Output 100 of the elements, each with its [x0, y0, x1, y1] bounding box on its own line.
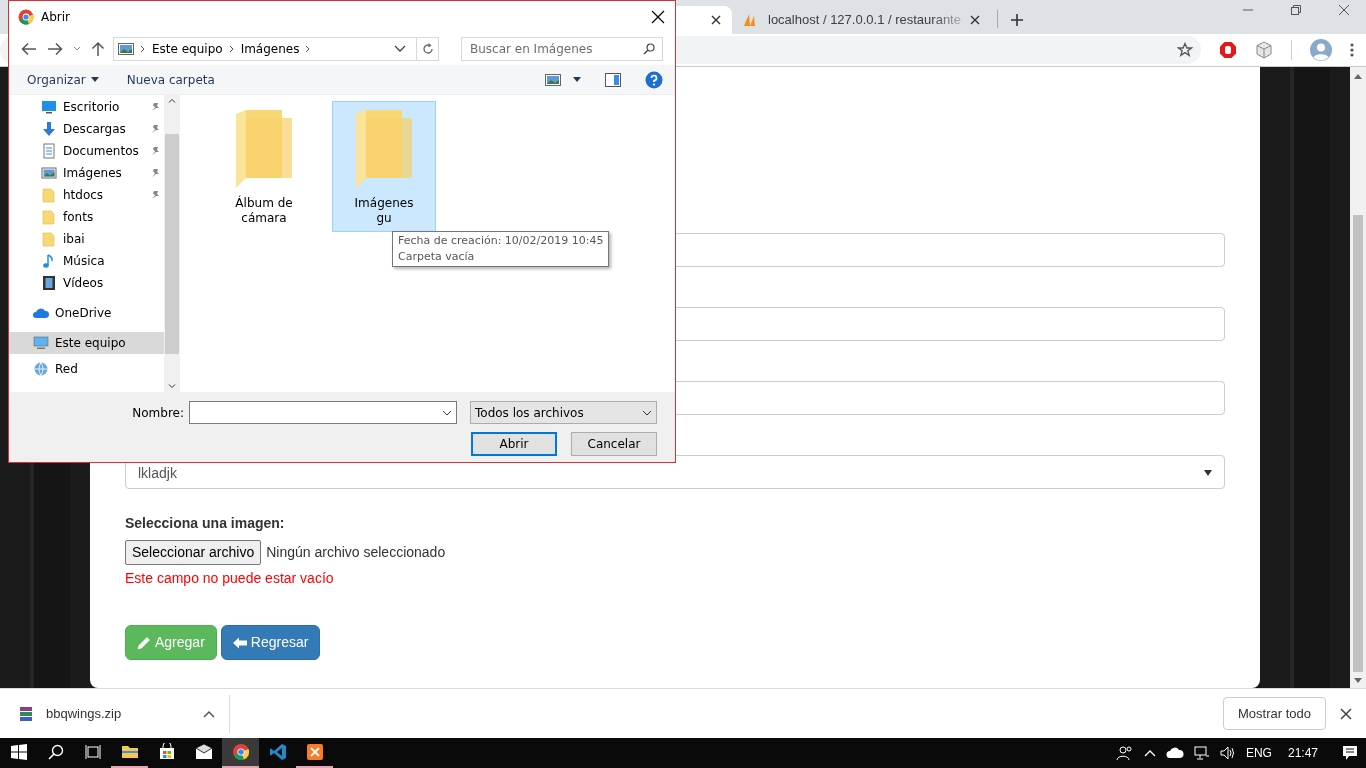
forward-button[interactable]	[47, 42, 63, 56]
close-icon	[968, 14, 981, 26]
back-button[interactable]: Regresar	[220, 625, 321, 660]
chevron-right-icon	[140, 45, 146, 53]
browser-tab[interactable]: localhost / 127.0.0.1 / restaurante	[732, 6, 991, 34]
filename-field[interactable]	[189, 401, 457, 424]
cancel-button[interactable]: Cancelar	[571, 432, 657, 456]
address-bar[interactable]: Este equipo Imágenes	[113, 37, 439, 61]
folder-icon	[41, 231, 57, 247]
close-dialog-button[interactable]	[651, 10, 665, 24]
people-button[interactable]	[1115, 745, 1134, 761]
download-item[interactable]: bbqwings.zip	[18, 694, 230, 733]
menu-button[interactable]	[1350, 42, 1354, 58]
nav-item[interactable]: Documentos	[9, 140, 164, 162]
chevron-up-icon	[203, 709, 215, 718]
new-tab-button[interactable]	[1009, 13, 1024, 27]
chrome-logo-icon	[231, 743, 250, 761]
up-button[interactable]	[91, 41, 105, 57]
open-button[interactable]: Abrir	[471, 432, 557, 456]
nav-item[interactable]: ibai	[9, 228, 164, 250]
folder-icon	[354, 108, 414, 190]
nav-item[interactable]: Imágenes	[9, 162, 164, 184]
error-message: Este campo no puede estar vacío	[125, 569, 335, 588]
help-button[interactable]	[645, 70, 663, 89]
organize-menu-button[interactable]: Organizar	[27, 70, 99, 89]
file-type-dropdown[interactable]: Todos los archivos	[470, 401, 657, 424]
chevron-down-icon	[442, 409, 452, 416]
cube-extension-button[interactable]	[1255, 41, 1273, 59]
nav-item[interactable]: OneDrive	[9, 302, 164, 324]
picture-icon	[545, 73, 561, 86]
nav-item[interactable]: Red	[9, 358, 164, 380]
nav-item-label: Red	[55, 361, 78, 378]
history-dropdown-button[interactable]	[394, 45, 406, 53]
choose-file-button[interactable]: Seleccionar archivo	[125, 540, 262, 565]
search-icon	[643, 43, 655, 55]
search-field[interactable]: Buscar en Imágenes	[461, 37, 663, 61]
close-downloads-button[interactable]	[1340, 707, 1352, 720]
restore-button[interactable]	[1290, 4, 1302, 16]
chevron-down-icon	[642, 409, 652, 416]
language-indicator[interactable]: ENG	[1245, 744, 1272, 762]
breadcrumb-item[interactable]: Imágenes	[240, 40, 300, 58]
folder-icon	[41, 209, 57, 225]
nav-item[interactable]: Descargas	[9, 118, 164, 140]
nav-item-label: htdocs	[63, 187, 104, 204]
preview-pane-button[interactable]	[605, 72, 621, 87]
folder-name: Álbum de cámara	[234, 196, 294, 226]
view-options-button[interactable]	[573, 77, 581, 82]
show-all-button[interactable]: Mostrar todo	[1223, 696, 1326, 731]
stop-hand-extension-button[interactable]	[1219, 41, 1237, 59]
nav-item[interactable]: Escritorio	[9, 96, 164, 118]
download-filename: bbqwings.zip	[46, 704, 122, 723]
nav-item[interactable]: Música	[9, 250, 164, 272]
nav-item-label: Escritorio	[63, 99, 120, 116]
folder-item[interactable]: Imágenes gu	[332, 101, 436, 232]
nav-item-label: Descargas	[63, 121, 126, 138]
new-folder-button[interactable]: Nueva carpeta	[126, 70, 215, 89]
close-icon	[710, 14, 722, 26]
close-tab-button[interactable]	[968, 14, 981, 26]
chevron-right-icon	[228, 45, 235, 53]
clock[interactable]: 21:47	[1287, 744, 1318, 762]
change-view-button[interactable]	[545, 73, 561, 86]
restore-icon	[1290, 4, 1302, 16]
people-icon	[1115, 745, 1134, 761]
close-tab-button[interactable]	[710, 14, 722, 26]
folder-item[interactable]: Álbum de cámara	[212, 101, 316, 232]
nav-item-label: Vídeos	[63, 275, 104, 292]
close-icon	[651, 10, 665, 24]
nav-item-label: Documentos	[63, 143, 139, 160]
search-icon	[47, 744, 64, 760]
network-button[interactable]	[1193, 746, 1210, 760]
chevron-down-icon	[73, 46, 81, 52]
computer-icon	[33, 335, 49, 351]
task-view-icon	[84, 744, 101, 760]
windows-logo-icon	[10, 744, 27, 760]
notifications-button[interactable]	[1342, 745, 1358, 761]
nav-item[interactable]: Vídeos	[9, 272, 164, 294]
back-button[interactable]	[21, 42, 37, 56]
chevron-up-icon	[1143, 749, 1156, 757]
tooltip-line: Fecha de creación: 10/02/2019 10:45	[398, 233, 604, 249]
nav-item[interactable]: fonts	[9, 206, 164, 228]
taskbar-app-button[interactable]	[222, 738, 259, 768]
close-window-button[interactable]	[1338, 4, 1350, 16]
cloud-button[interactable]	[1165, 747, 1184, 759]
stop-hand-icon	[1219, 41, 1237, 59]
nav-item[interactable]: Este equipo	[9, 332, 164, 354]
nav-scrollbar[interactable]	[164, 95, 180, 392]
page-scrollbar[interactable]	[1350, 67, 1366, 688]
recent-locations-button[interactable]	[73, 46, 81, 52]
document-icon	[41, 143, 57, 159]
x-square-logo-icon	[305, 743, 324, 761]
volume-button[interactable]	[1219, 746, 1236, 760]
nav-item[interactable]: htdocs	[9, 184, 164, 206]
breadcrumb-item[interactable]: Este equipo	[152, 40, 223, 58]
folder-icon	[41, 187, 57, 203]
chevron-right-icon	[305, 45, 312, 53]
close-icon	[1338, 4, 1350, 16]
download-options-button[interactable]	[203, 709, 215, 718]
bookmark-star-button[interactable]	[1177, 42, 1193, 58]
show-hidden-icons-button[interactable]	[1143, 749, 1156, 757]
arrow-right-icon	[47, 42, 63, 56]
